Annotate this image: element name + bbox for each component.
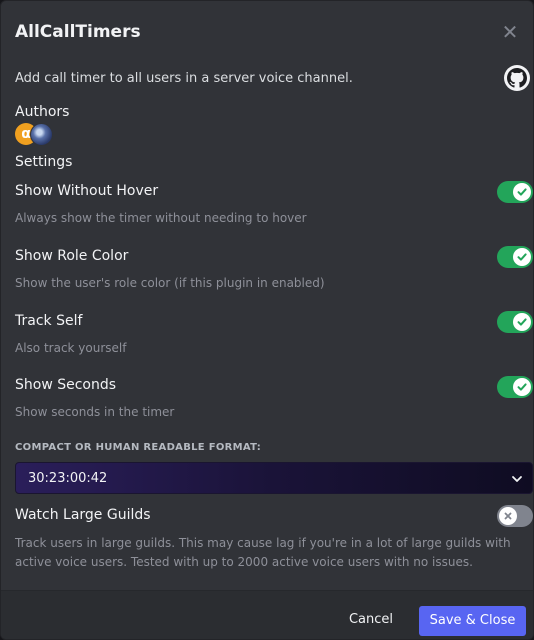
plugin-description: Add call timer to all users in a server … — [15, 71, 353, 86]
setting-label: Show Seconds — [15, 377, 117, 393]
format-selected-value: 30:23:00:42 — [28, 471, 108, 486]
setting-note: Show seconds in the timer — [15, 405, 175, 419]
authors-avatars: α — [15, 123, 55, 146]
setting-label: Watch Large Guilds — [15, 507, 151, 523]
setting-label: Show Without Hover — [15, 183, 159, 199]
toggle-show-seconds[interactable] — [497, 376, 533, 398]
chevron-down-icon — [510, 471, 524, 490]
setting-label: Track Self — [15, 313, 83, 329]
check-icon — [513, 313, 531, 331]
github-icon-svg — [507, 68, 527, 88]
settings-heading: Settings — [15, 154, 73, 170]
github-icon[interactable] — [504, 65, 530, 91]
check-icon — [513, 248, 531, 266]
close-icon[interactable]: ✕ — [501, 22, 519, 42]
setting-show-seconds: Show Seconds Show seconds in the timer — [15, 376, 533, 419]
setting-note: Always show the timer without needing to… — [15, 211, 307, 225]
toggle-track-self[interactable] — [497, 311, 533, 333]
setting-watch-large-guilds: Watch Large Guilds — [15, 505, 533, 527]
setting-note: Also track yourself — [15, 341, 127, 355]
cancel-button[interactable]: Cancel — [341, 606, 401, 634]
setting-show-without-hover: Show Without Hover Always show the timer… — [15, 181, 533, 225]
save-close-button[interactable]: Save & Close — [419, 606, 526, 636]
authors-heading: Authors — [15, 104, 70, 120]
check-icon — [513, 378, 531, 396]
format-heading: COMPACT OR HUMAN READABLE FORMAT: — [15, 442, 262, 453]
toggle-watch-large-guilds[interactable] — [497, 505, 533, 527]
format-select[interactable]: 30:23:00:42 — [15, 462, 533, 494]
x-icon — [499, 507, 517, 525]
modal-title: AllCallTimers — [15, 22, 141, 42]
setting-track-self: Track Self Also track yourself — [15, 311, 533, 355]
setting-note: Show the user's role color (if this plug… — [15, 276, 325, 290]
setting-note: Track users in large guilds. This may ca… — [15, 536, 511, 569]
toggle-show-without-hover[interactable] — [497, 181, 533, 203]
check-icon — [513, 183, 531, 201]
author-avatar-2[interactable] — [30, 123, 53, 146]
setting-show-role-color: Show Role Color Show the user's role col… — [15, 246, 533, 290]
plugin-settings-modal: AllCallTimers ✕ Add call timer to all us… — [0, 0, 534, 640]
toggle-show-role-color[interactable] — [497, 246, 533, 268]
setting-label: Show Role Color — [15, 248, 129, 264]
